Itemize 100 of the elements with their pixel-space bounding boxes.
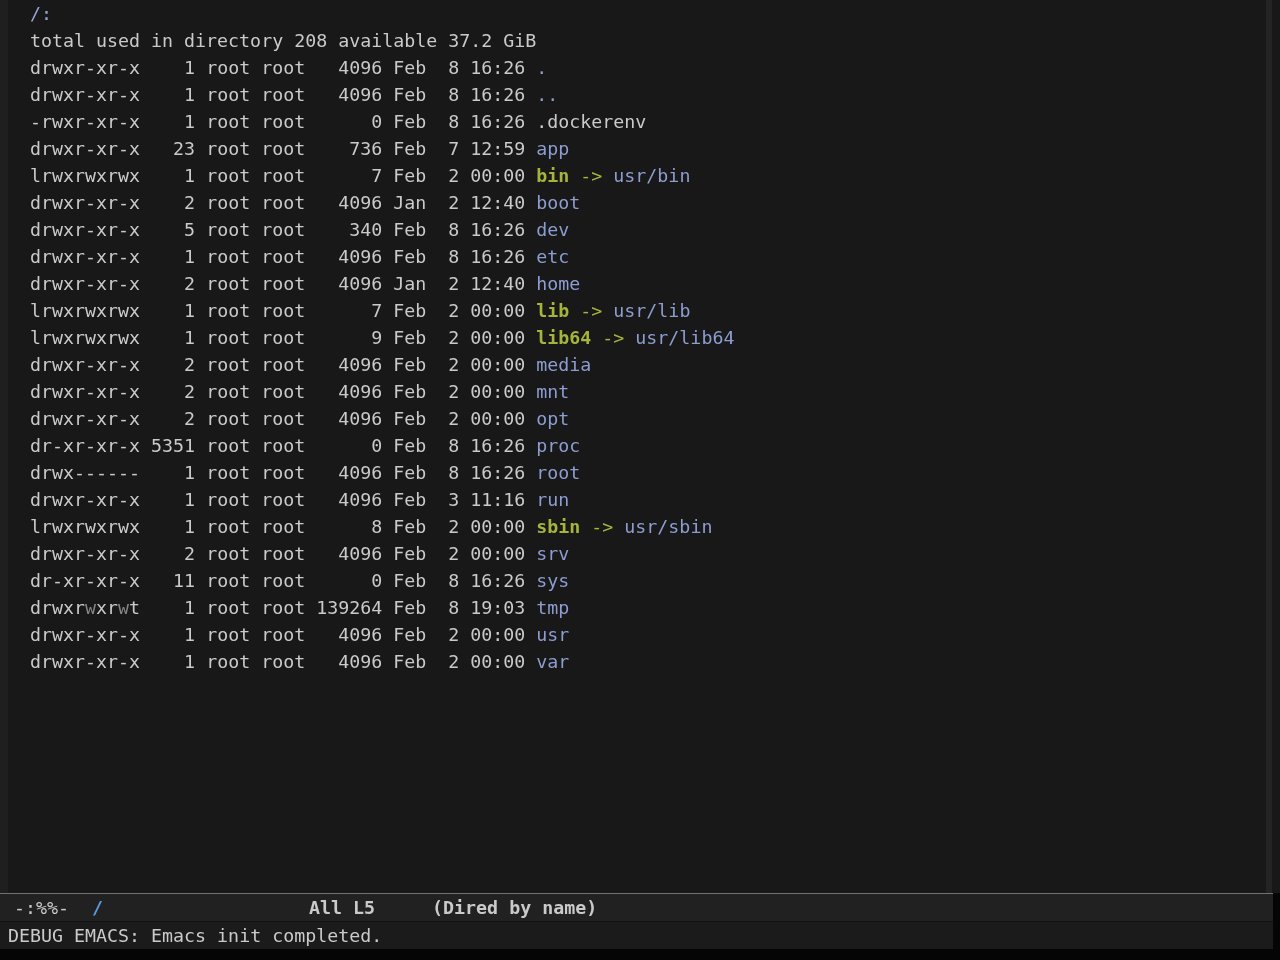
month-cell-text: Feb [393, 218, 427, 242]
symlink-arrow: -> [580, 299, 603, 323]
day-cell-text: 2 [448, 515, 460, 539]
link-target: usr/sbin [624, 515, 713, 539]
link-count-cell-text: 1 [183, 515, 196, 539]
month-cell-text: Feb [393, 407, 427, 431]
size-cell-text: 4096 [337, 380, 383, 404]
file-name[interactable]: mnt [536, 378, 570, 405]
time-cell-text: 00:00 [470, 299, 526, 323]
file-name[interactable]: proc [536, 432, 581, 459]
time-cell-text: 16:26 [470, 434, 526, 458]
owner-cell-text: root [206, 542, 251, 566]
group-cell-text: root [261, 596, 306, 620]
group-cell-text: root [261, 299, 306, 323]
time-cell-text: 12:59 [470, 137, 526, 161]
size-cell-text: 4096 [337, 461, 383, 485]
file-name[interactable]: root [536, 459, 581, 486]
owner-cell-text: root [206, 110, 251, 134]
owner-cell-text: root [206, 164, 251, 188]
file-name[interactable]: lib64 [536, 324, 592, 351]
file-name[interactable]: var [536, 648, 570, 675]
month-cell-text: Feb [393, 56, 427, 80]
owner-cell-text: root [206, 56, 251, 80]
size-cell-text: 0 [370, 434, 383, 458]
permissions-cell-text: drwxr-xr-x [30, 380, 141, 404]
month-cell-text: Feb [393, 137, 427, 161]
file-name[interactable]: media [536, 351, 592, 378]
time-cell-text: 19:03 [470, 596, 526, 620]
file-name[interactable]: run [536, 486, 570, 513]
owner-cell-text: root [206, 191, 251, 215]
month-cell-text: Feb [393, 299, 427, 323]
file-name[interactable]: boot [536, 189, 581, 216]
permissions-cell-text: drwxr-xr-x [30, 650, 141, 674]
file-name[interactable]: dev [536, 216, 570, 243]
permissions-cell-text: drwxr-xr-x [30, 191, 141, 215]
link-count-cell-text: 1 [183, 164, 196, 188]
file-name[interactable]: tmp [536, 594, 570, 621]
file-name[interactable]: .. [536, 81, 559, 108]
file-name[interactable]: .dockerenv [536, 108, 647, 135]
owner-cell-text: root [206, 137, 251, 161]
file-name[interactable]: lib [536, 297, 570, 324]
time-cell-text: 11:16 [470, 488, 526, 512]
directory-summary: total used in directory 208 available 37.2 GiB [30, 29, 537, 53]
month-cell-text: Feb [393, 353, 427, 377]
link-count-cell-text: 1 [183, 326, 196, 350]
file-name[interactable]: opt [536, 405, 570, 432]
permissions-cell-text: drwxr-xr-x [30, 245, 141, 269]
size-cell-text: 4096 [337, 245, 383, 269]
file-name[interactable]: bin [536, 162, 570, 189]
file-name[interactable]: srv [536, 540, 570, 567]
file-name[interactable]: sys [536, 567, 570, 594]
owner-cell-text: root [206, 569, 251, 593]
day-cell-text: 2 [448, 407, 460, 431]
permissions-cell-text: drwxrwxrwt [30, 596, 141, 620]
permissions-cell-text: dr-xr-xr-x [30, 434, 141, 458]
permissions-cell-text: drwxr-xr-x [30, 407, 141, 431]
buffer-name: / [92, 896, 104, 920]
link-target: usr/lib64 [635, 326, 735, 350]
group-cell-text: root [261, 380, 306, 404]
file-name[interactable]: home [536, 270, 581, 297]
link-count-cell-text: 1 [183, 650, 196, 674]
time-cell-text: 00:00 [470, 380, 526, 404]
group-cell-text: root [261, 245, 306, 269]
group-cell-text: root [261, 461, 306, 485]
file-name[interactable]: . [536, 54, 548, 81]
size-cell-text: 9 [370, 326, 383, 350]
permissions-cell-text: drwx------ [30, 461, 141, 485]
link-count-cell-text: 11 [172, 569, 196, 593]
file-name[interactable]: etc [536, 243, 570, 270]
link-target: usr/bin [613, 164, 691, 188]
permissions-cell-text: drwxr-xr-x [30, 218, 141, 242]
owner-cell-text: root [206, 596, 251, 620]
owner-cell-text: root [206, 434, 251, 458]
file-name[interactable]: usr [536, 621, 570, 648]
time-cell-text: 16:26 [470, 56, 526, 80]
day-cell-text: 2 [448, 164, 460, 188]
file-name[interactable]: sbin [536, 513, 581, 540]
link-count-cell-text: 2 [183, 407, 196, 431]
day-cell-text: 8 [448, 569, 460, 593]
owner-cell-text: root [206, 488, 251, 512]
size-cell-text: 4096 [337, 191, 383, 215]
day-cell-text: 2 [448, 191, 460, 215]
group-cell-text: root [261, 650, 306, 674]
permissions-cell-text: drwxr-xr-x [30, 353, 141, 377]
owner-cell-text: root [206, 407, 251, 431]
day-cell-text: 3 [448, 488, 460, 512]
time-cell-text: 16:26 [470, 218, 526, 242]
day-cell-text: 8 [448, 434, 460, 458]
day-cell-text: 8 [448, 245, 460, 269]
size-cell-text: 0 [370, 569, 383, 593]
time-cell-text: 00:00 [470, 515, 526, 539]
file-name[interactable]: app [536, 135, 570, 162]
group-cell-text: root [261, 353, 306, 377]
owner-cell-text: root [206, 272, 251, 296]
size-cell-text: 736 [348, 137, 383, 161]
month-cell-text: Feb [393, 569, 427, 593]
day-cell-text: 2 [448, 326, 460, 350]
major-mode: (Dired by name) [432, 896, 598, 920]
permissions-cell-text: drwxr-xr-x [30, 83, 141, 107]
owner-cell-text: root [206, 218, 251, 242]
